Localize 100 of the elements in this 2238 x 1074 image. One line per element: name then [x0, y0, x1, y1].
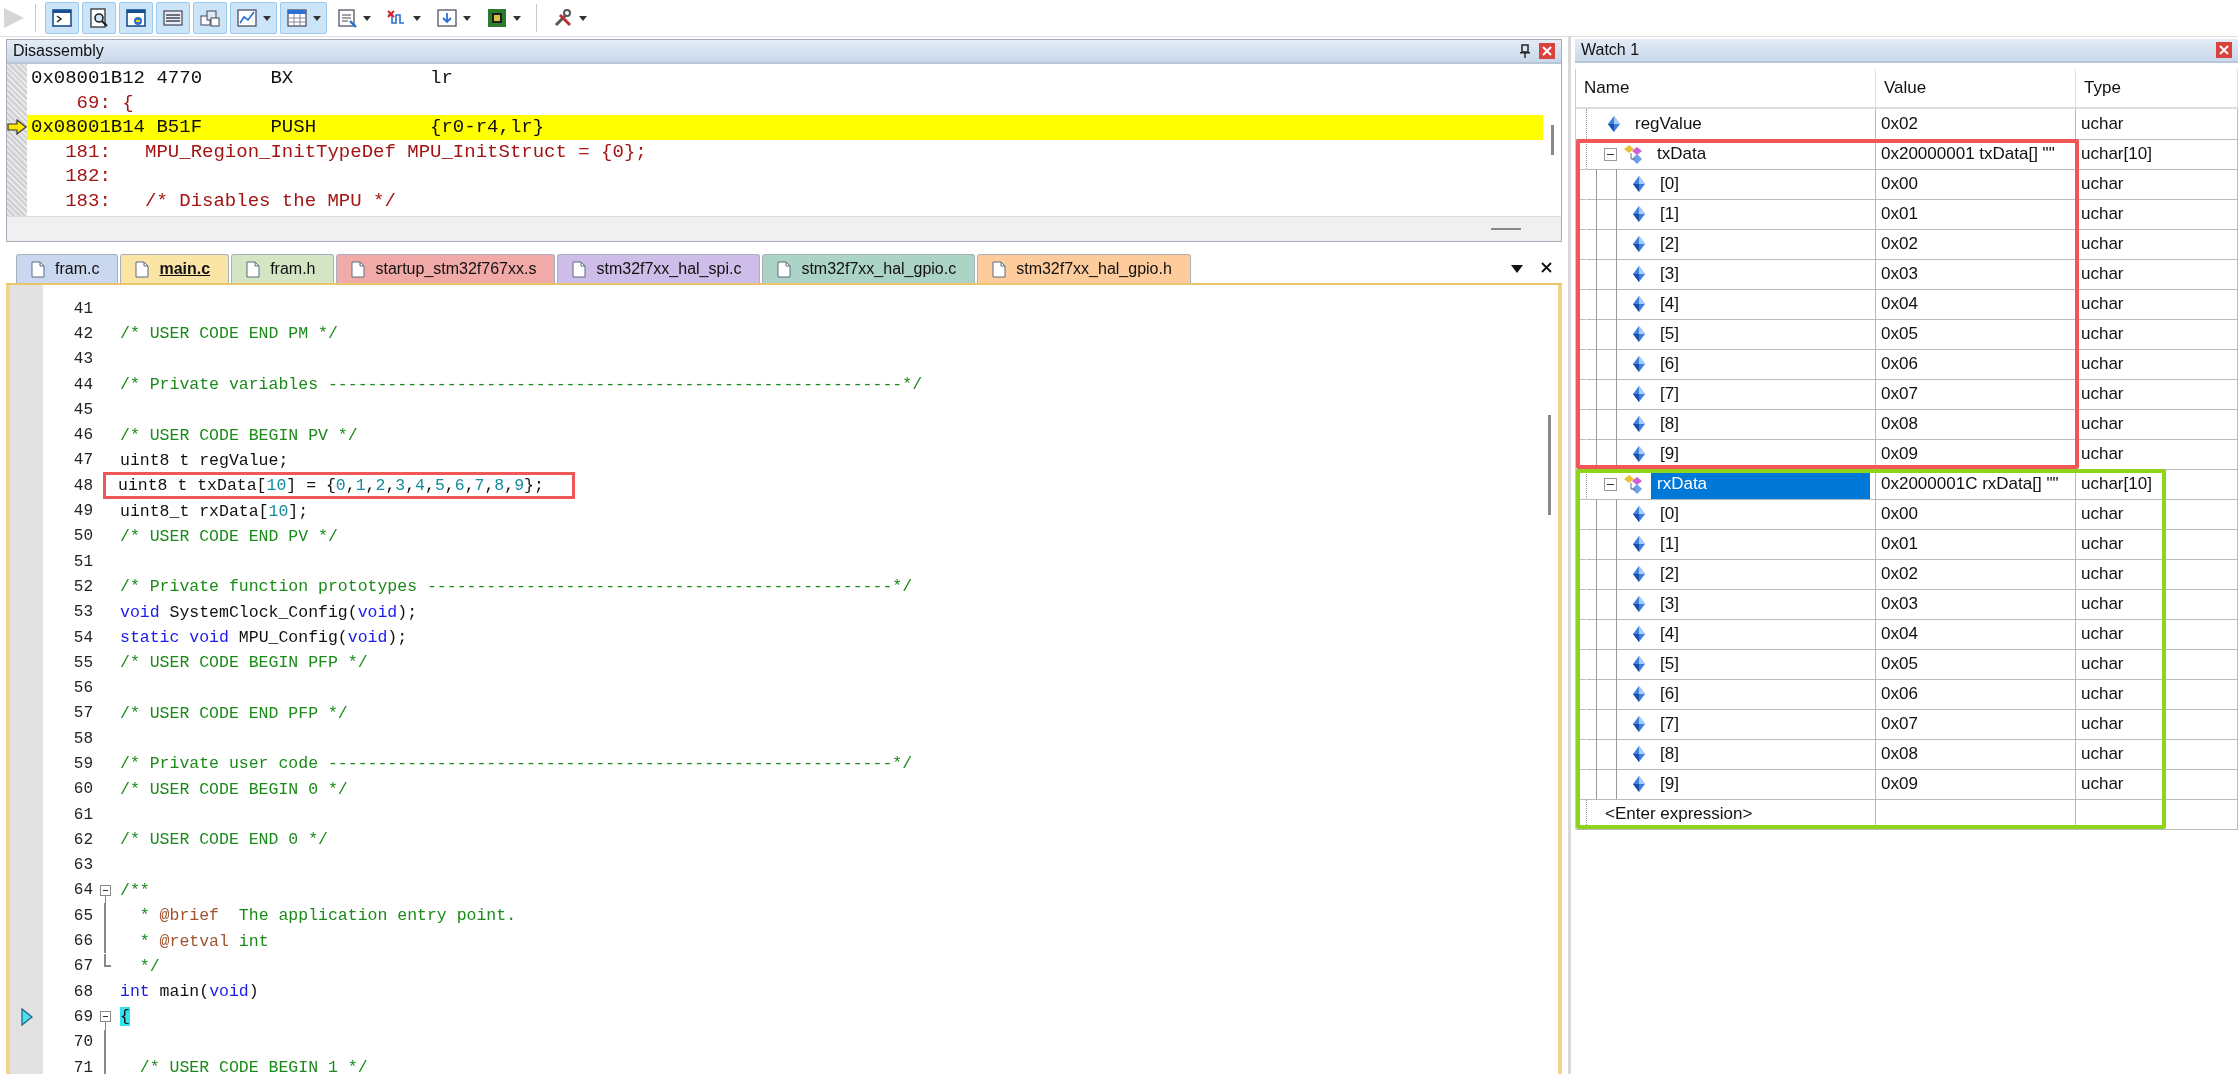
line-number: 48	[72, 476, 93, 495]
code-line: static void MPU_Config(void);	[119, 628, 409, 647]
variable-name[interactable]: [6]	[1654, 349, 1870, 379]
code-line: /* USER CODE END 0 */	[119, 830, 329, 850]
variable-name[interactable]: txData	[1651, 139, 1870, 169]
variable-name[interactable]: [7]	[1654, 379, 1870, 409]
line-number: 70	[72, 1033, 93, 1052]
line-number: 68	[72, 982, 93, 1001]
value-cell[interactable]: 0x07	[1876, 709, 2076, 740]
type-cell: uchar	[2076, 589, 2238, 620]
source-line: 182:	[64, 165, 112, 188]
line-number: 65	[72, 906, 93, 925]
line-number: 43	[72, 350, 93, 369]
source-line: 181: MPU_Region_InitTypeDef MPU_InitStruct = {0};	[64, 140, 647, 163]
value-cell[interactable]: 0x05	[1876, 319, 2076, 350]
value-cell[interactable]: 0x07	[1876, 379, 2076, 410]
panel-title: Watch 1	[1581, 41, 1640, 59]
type-cell: uchar	[2076, 169, 2238, 200]
type-cell: uchar	[2076, 619, 2238, 650]
code-line: /* USER CODE BEGIN 1 */	[138, 1058, 369, 1074]
line-number: 53	[72, 603, 93, 622]
value-cell[interactable]: 0x00	[1876, 499, 2076, 530]
value-cell[interactable]: 0x02	[1876, 109, 2076, 140]
type-cell: uchar	[2076, 649, 2238, 680]
source-line: 183: /* Disables the MPU */	[64, 189, 396, 212]
value-cell[interactable]: 0x05	[1876, 649, 2076, 680]
variable-name[interactable]: [8]	[1654, 739, 1870, 769]
value-cell[interactable]: 0x20000001 txData[] ""	[1876, 139, 2076, 170]
variable-name[interactable]: [1]	[1654, 199, 1870, 229]
value-cell[interactable]: 0x02	[1876, 559, 2076, 590]
file-tab[interactable]: stm32f7xx_hal_gpio.h	[977, 254, 1191, 283]
instruction-line: 0x08001B12 4770 BX lr	[30, 67, 453, 90]
file-tab[interactable]: stm32f7xx_hal_spi.c	[557, 254, 761, 283]
type-cell: uchar	[2076, 259, 2238, 290]
variable-name[interactable]: [4]	[1654, 619, 1870, 649]
column-header[interactable]: Value	[1876, 69, 2076, 107]
value-cell[interactable]: 0x09	[1876, 439, 2076, 470]
expression-field[interactable]: <Enter expression>	[1605, 804, 1753, 824]
variable-name[interactable]: [6]	[1654, 679, 1870, 709]
file-tab[interactable]: fram.c	[16, 254, 119, 283]
file-tab[interactable]: fram.h	[231, 254, 335, 283]
value-cell[interactable]: 0x06	[1876, 349, 2076, 380]
value-cell[interactable]: 0x00	[1876, 169, 2076, 200]
value-cell[interactable]: 0x08	[1876, 739, 2076, 770]
variable-name[interactable]: [9]	[1654, 439, 1870, 469]
code-line: /* USER CODE END PV */	[119, 526, 339, 546]
line-number: 59	[72, 755, 93, 773]
variable-name[interactable]: [1]	[1654, 529, 1870, 559]
line-number: 58	[72, 729, 93, 748]
value-cell[interactable]: 0x09	[1876, 769, 2076, 800]
variable-name[interactable]: [9]	[1654, 769, 1870, 799]
value-cell[interactable]: 0x04	[1876, 619, 2076, 650]
type-cell: uchar	[2076, 679, 2238, 710]
line-number: 63	[72, 856, 93, 875]
value-cell[interactable]: 0x03	[1876, 589, 2076, 620]
variable-name[interactable]: regValue	[1629, 109, 1870, 139]
value-cell[interactable]: 0x01	[1876, 199, 2076, 230]
column-header[interactable]: Name	[1576, 69, 1876, 107]
value-cell[interactable]: 0x04	[1876, 289, 2076, 320]
type-cell: uchar	[2076, 529, 2238, 560]
panel-title: Disassembly	[13, 42, 104, 60]
variable-name[interactable]: [2]	[1654, 559, 1870, 589]
type-cell: uchar	[2076, 199, 2238, 230]
line-number: 44	[72, 375, 93, 394]
file-tab[interactable]: startup_stm32f767xx.s	[336, 254, 556, 283]
type-cell: uchar[10]	[2076, 469, 2238, 500]
variable-name[interactable]: [0]	[1654, 169, 1870, 199]
variable-name[interactable]: [3]	[1654, 589, 1870, 619]
variable-name[interactable]: [2]	[1654, 229, 1870, 259]
value-cell[interactable]: 0x03	[1876, 259, 2076, 290]
column-header[interactable]: Type	[2076, 69, 2238, 107]
value-cell[interactable]: 0x02	[1876, 229, 2076, 260]
type-cell: uchar	[2076, 289, 2238, 320]
variable-name[interactable]: [7]	[1654, 709, 1870, 739]
variable-name[interactable]: [0]	[1654, 499, 1870, 529]
value-cell[interactable]: 0x2000001C rxData[] ""	[1876, 469, 2076, 500]
line-number: 66	[72, 932, 93, 951]
value-cell[interactable]: 0x06	[1876, 679, 2076, 710]
variable-name[interactable]: [4]	[1654, 289, 1870, 319]
file-tab[interactable]: main.c	[120, 254, 230, 283]
value-cell[interactable]: 0x01	[1876, 529, 2076, 560]
code-line: uint8_t rxData[10];	[119, 501, 310, 521]
code-line: /* USER CODE END PM */	[119, 324, 339, 344]
code-line: /* USER CODE BEGIN 0 */	[119, 779, 349, 799]
type-cell: uchar	[2076, 409, 2238, 440]
line-number: 56	[72, 679, 93, 698]
code-line: /* USER CODE BEGIN PV */	[119, 425, 359, 445]
line-number: 41	[72, 299, 93, 318]
variable-name[interactable]: [8]	[1654, 409, 1870, 439]
line-number: 47	[72, 451, 93, 470]
variable-name[interactable]: [5]	[1654, 649, 1870, 679]
variable-name[interactable]: [3]	[1654, 259, 1870, 289]
file-tab[interactable]: stm32f7xx_hal_gpio.c	[762, 254, 976, 283]
line-number: 51	[72, 552, 93, 571]
value-cell[interactable]: 0x08	[1876, 409, 2076, 440]
type-cell: uchar	[2076, 709, 2238, 740]
type-cell: uchar	[2076, 319, 2238, 350]
line-number: 67	[72, 957, 93, 976]
line-number: 60	[72, 780, 93, 799]
variable-name[interactable]: [5]	[1654, 319, 1870, 349]
